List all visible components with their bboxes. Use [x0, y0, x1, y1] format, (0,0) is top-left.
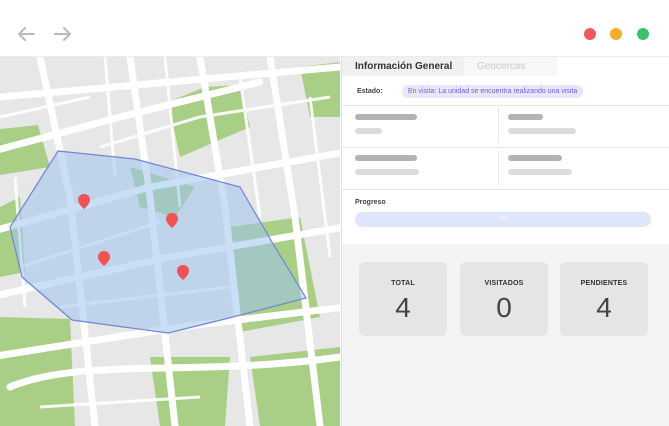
geofence-polygon — [9, 150, 307, 334]
stat-card-total: TOTAL 4 — [359, 262, 447, 336]
close-window-button[interactable] — [584, 28, 596, 40]
panel-tabs: Información General Geocercas — [342, 57, 669, 76]
back-button[interactable] — [15, 24, 37, 44]
tab-informacion-general[interactable]: Información General — [342, 57, 477, 76]
placeholder-line — [355, 114, 417, 120]
maximize-window-button[interactable] — [637, 28, 649, 40]
stats-section: TOTAL 4 VISITADOS 0 PENDIENTES 4 — [342, 244, 669, 426]
minimize-window-button[interactable] — [610, 28, 622, 40]
section-divider — [342, 105, 669, 106]
progress-text: 0% — [498, 216, 508, 222]
placeholder-line — [508, 128, 576, 134]
placeholder-line — [508, 155, 562, 161]
field-divider — [498, 151, 499, 185]
arrow-left-icon — [18, 27, 35, 41]
stat-label: TOTAL — [391, 280, 415, 287]
tab-geocercas[interactable]: Geocercas — [464, 57, 557, 76]
stat-label: VISITADOS — [484, 280, 524, 287]
map-canvas[interactable] — [0, 57, 340, 426]
field-divider — [498, 109, 499, 143]
placeholder-line — [355, 128, 382, 134]
placeholder-line — [508, 169, 572, 175]
stat-label: PENDIENTES — [580, 280, 628, 287]
stat-card-visitados: VISITADOS 0 — [460, 262, 548, 336]
placeholder-line — [508, 114, 543, 120]
map-view[interactable] — [0, 57, 340, 426]
status-label: Estado: — [357, 88, 383, 95]
section-divider — [342, 189, 669, 190]
forward-button[interactable] — [52, 24, 74, 44]
arrow-right-icon — [54, 27, 71, 41]
info-panel: Información General Geocercas Estado: En… — [341, 57, 669, 426]
progress-label: Progreso — [355, 199, 386, 206]
browser-toolbar — [0, 0, 669, 57]
placeholder-line — [355, 155, 417, 161]
status-badge: En visita: La unidad se encuentra realiz… — [402, 85, 584, 98]
stat-card-pendientes: PENDIENTES 4 — [560, 262, 648, 336]
stat-value: 4 — [395, 292, 411, 323]
section-divider — [342, 147, 669, 148]
stat-value: 0 — [496, 292, 512, 323]
placeholder-line — [355, 169, 419, 175]
progress-bar: 0% — [355, 212, 651, 227]
stat-value: 4 — [596, 292, 612, 323]
